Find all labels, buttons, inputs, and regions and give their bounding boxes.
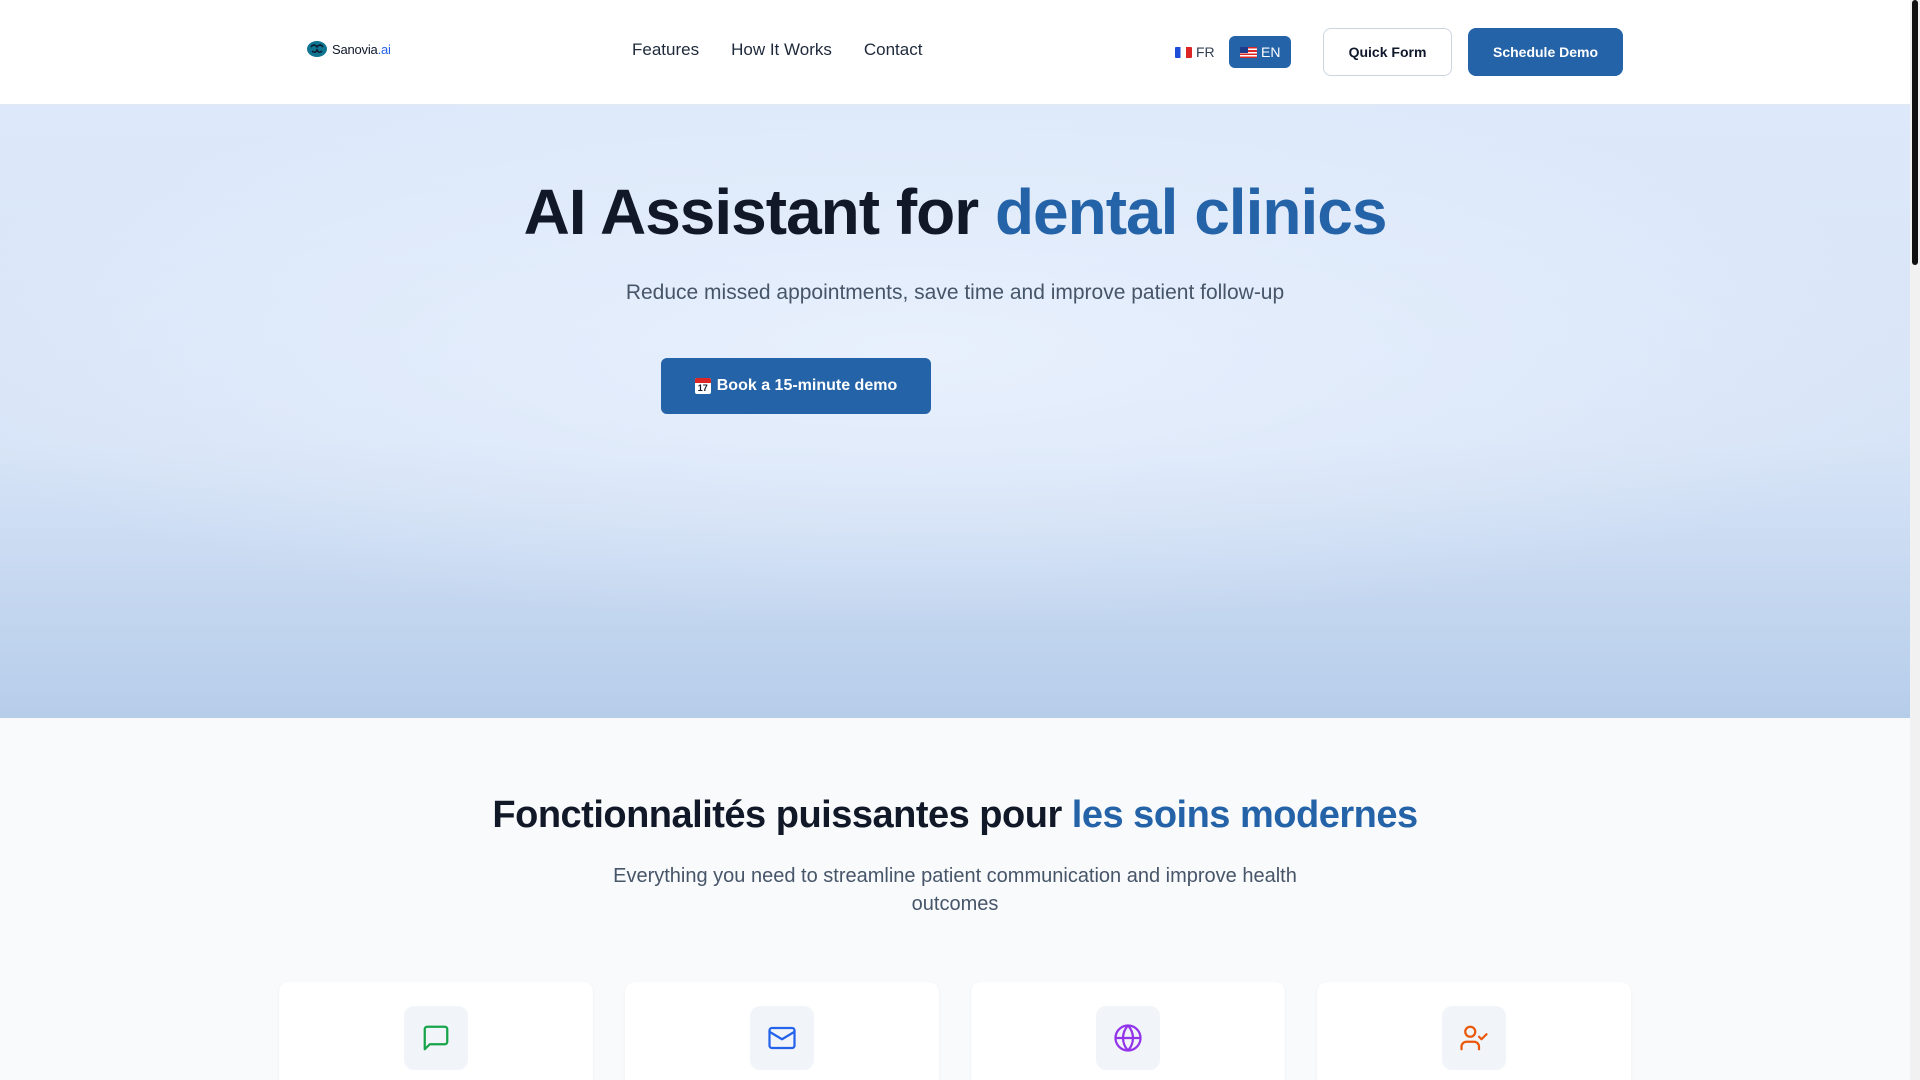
features-subtitle: Everything you need to streamline patien…: [613, 865, 1297, 915]
main-nav: Features How It Works Contact: [632, 40, 922, 60]
france-flag-icon: [1175, 46, 1192, 58]
calendar-icon: [694, 378, 711, 394]
hero-section: AI Assistant for dental clinics Reduce m…: [0, 105, 1910, 718]
lang-en-label: EN: [1261, 44, 1281, 60]
features-section: Fonctionnalités puissantes pour les soin…: [0, 718, 1910, 1080]
lang-fr-label: FR: [1196, 44, 1215, 60]
page: Sanovia.ai Features How It Works Contact…: [0, 0, 1910, 1080]
features-title-accent: les soins modernes: [1071, 794, 1418, 836]
scrollbar-thumb[interactable]: [1912, 0, 1918, 265]
nav-contact[interactable]: Contact: [864, 40, 923, 60]
logo[interactable]: Sanovia.ai: [306, 39, 391, 59]
hero-title: AI Assistant for dental clinics: [523, 176, 1388, 248]
features-title: Fonctionnalités puissantes pour les soin…: [492, 794, 1418, 836]
feature-card: [971, 982, 1285, 1080]
logo-text: Sanovia.ai: [332, 41, 391, 57]
message-square-icon: [423, 1025, 449, 1051]
feature-icon-box: [750, 1006, 814, 1070]
header: Sanovia.ai Features How It Works Contact…: [0, 0, 1910, 105]
feature-card: [279, 982, 593, 1080]
us-flag-icon: [1240, 46, 1257, 58]
feature-icon-box: [1442, 1006, 1506, 1070]
nav-features[interactable]: Features: [632, 40, 699, 60]
quick-form-button[interactable]: Quick Form: [1323, 28, 1452, 76]
lang-fr-button[interactable]: FR: [1164, 36, 1226, 68]
nav-how-it-works[interactable]: How It Works: [731, 40, 832, 60]
feature-card: [625, 982, 939, 1080]
brain-logo-icon: [307, 41, 327, 57]
book-demo-button[interactable]: Book a 15-minute demo: [661, 358, 931, 414]
hero-title-accent: dental clinics: [994, 176, 1387, 248]
lang-en-button[interactable]: EN: [1229, 36, 1292, 68]
feature-icon-box: [1096, 1006, 1160, 1070]
schedule-demo-button[interactable]: Schedule Demo: [1468, 28, 1623, 76]
page-scrollbar[interactable]: [1910, 0, 1920, 1080]
hero-subtitle: Reduce missed appointments, save time an…: [625, 281, 1285, 304]
feature-card: [1317, 982, 1631, 1080]
mail-icon: [768, 1026, 796, 1050]
user-check-icon: [1460, 1025, 1488, 1051]
feature-icon-box: [404, 1006, 468, 1070]
book-demo-label: Book a 15-minute demo: [716, 377, 898, 394]
globe-icon: [1114, 1024, 1142, 1052]
